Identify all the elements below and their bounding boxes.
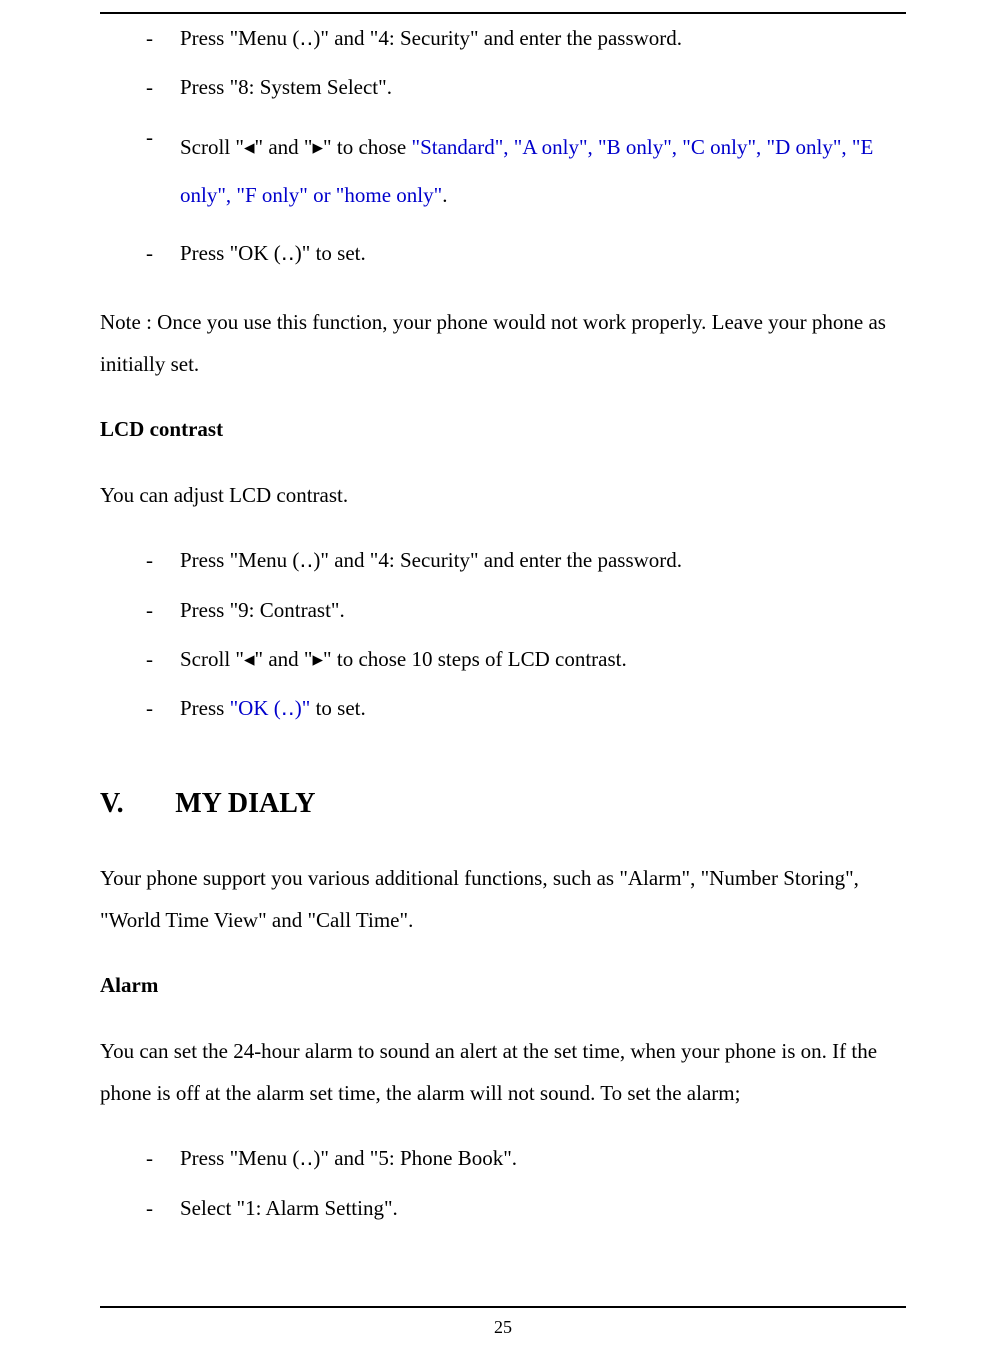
text-fragment: Press <box>180 696 230 720</box>
list-item-text: Press "Menu (‥)" and "5: Phone Book". <box>180 1146 517 1170</box>
list-item: Press "8: System Select". <box>146 73 906 102</box>
alarm-section: Alarm You can set the 24-hour alarm to s… <box>100 971 906 1223</box>
list-item-text: Press "OK (‥)" to set. <box>180 696 366 720</box>
text-fragment: Scroll "◂" and "▸" to chose <box>180 135 412 159</box>
list-item-text: Select "1: Alarm Setting". <box>180 1196 398 1220</box>
list-item: Press "OK (‥)" to set. <box>146 239 906 268</box>
text-fragment: . <box>442 183 447 207</box>
lcd-intro: You can adjust LCD contrast. <box>100 474 906 516</box>
alarm-steps: Press "Menu (‥)" and "5: Phone Book". Se… <box>100 1144 906 1223</box>
section-heading-lcd: LCD contrast <box>100 415 906 444</box>
page-content: Press "Menu (‥)" and "4: Security" and e… <box>100 24 906 1249</box>
section-heading-alarm: Alarm <box>100 971 906 1000</box>
list-item-text: Scroll "◂" and "▸" to chose "Standard", … <box>180 135 873 207</box>
bottom-rule <box>100 1306 906 1308</box>
list-item-text: Press "OK (‥)" to set. <box>180 241 366 265</box>
document-page: Press "Menu (‥)" and "4: Security" and e… <box>0 0 1006 1352</box>
chapter-heading: V. MY DIALY <box>100 784 906 823</box>
list-item: Select "1: Alarm Setting". <box>146 1194 906 1223</box>
list-item: Scroll "◂" and "▸" to chose 10 steps of … <box>146 645 906 674</box>
list-item-text: Press "9: Contrast". <box>180 598 345 622</box>
list-item-text: Press "Menu (‥)" and "4: Security" and e… <box>180 548 682 572</box>
chapter-title: MY DIALY <box>175 784 315 823</box>
list-item-text: Scroll "◂" and "▸" to chose 10 steps of … <box>180 647 627 671</box>
system-select-steps: Press "Menu (‥)" and "4: Security" and e… <box>100 24 906 269</box>
list-item: Press "Menu (‥)" and "4: Security" and e… <box>146 24 906 53</box>
page-number: 25 <box>0 1317 1006 1338</box>
lcd-steps: Press "Menu (‥)" and "4: Security" and e… <box>100 546 906 724</box>
list-item: Scroll "◂" and "▸" to chose "Standard", … <box>146 123 906 220</box>
list-item: Press "Menu (‥)" and "5: Phone Book". <box>146 1144 906 1173</box>
top-rule <box>100 12 906 14</box>
list-item: Press "OK (‥)" to set. <box>146 694 906 723</box>
list-item: Press "9: Contrast". <box>146 596 906 625</box>
text-fragment: to set. <box>310 696 365 720</box>
list-item-text: Press "8: System Select". <box>180 75 392 99</box>
note-paragraph: Note : Once you use this function, your … <box>100 301 906 385</box>
highlighted-ok: "OK (‥)" <box>230 696 311 720</box>
list-item: Press "Menu (‥)" and "4: Security" and e… <box>146 546 906 575</box>
list-item-text: Press "Menu (‥)" and "4: Security" and e… <box>180 26 682 50</box>
chapter-number: V. <box>100 784 170 823</box>
chapter-intro: Your phone support you various additiona… <box>100 857 906 941</box>
alarm-intro: You can set the 24-hour alarm to sound a… <box>100 1030 906 1114</box>
